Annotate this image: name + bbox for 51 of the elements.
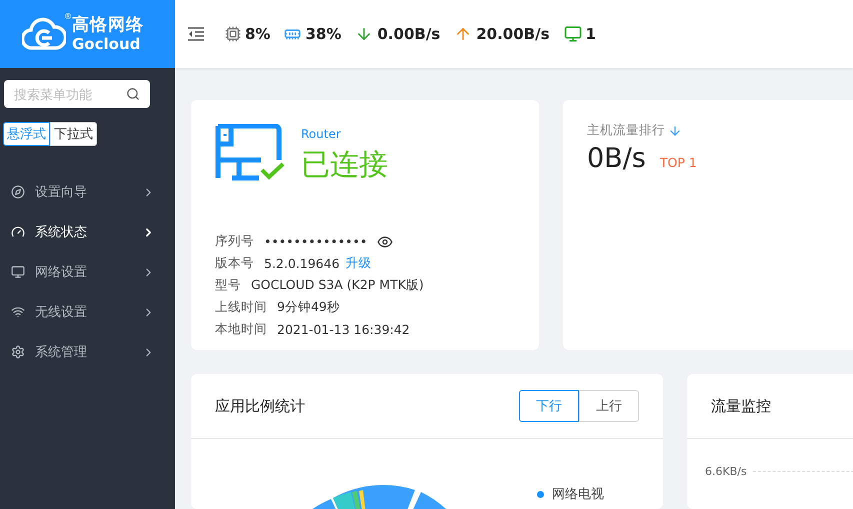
sidebar-item-label: 网络设置 <box>35 264 88 281</box>
sidebar-item-label: 系统管理 <box>35 344 88 361</box>
ranking-title: 主机流量排行 <box>587 122 665 139</box>
sidebar-item-label: 无线设置 <box>35 304 88 321</box>
status-value: 20.00B/s <box>476 25 550 43</box>
device-type: Router <box>301 127 342 141</box>
info-label: 上线时间 <box>215 299 267 316</box>
status-value: 8% <box>245 25 270 43</box>
status-value: 1 <box>586 25 596 43</box>
wifi-icon <box>11 305 25 319</box>
info-label: 版本号 <box>215 255 254 272</box>
registered-mark: ® <box>64 12 72 20</box>
sidebar-item[interactable]: 无线设置 <box>3 292 175 332</box>
info-value: •••••••••••••• <box>264 234 368 249</box>
legend-label: 网络电视 <box>552 486 604 503</box>
sidebar-item[interactable]: 系统状态 <box>3 212 175 252</box>
info-label: 序列号 <box>215 233 254 250</box>
sidebar-item-label: 设置向导 <box>35 184 88 201</box>
sidebar-item[interactable]: 网络设置 <box>3 252 175 292</box>
compass-icon <box>11 185 25 199</box>
search-icon[interactable] <box>126 87 140 101</box>
sidebar-item[interactable]: 设置向导 <box>3 172 175 212</box>
info-label: 本地时间 <box>215 321 267 338</box>
info-value: 5.2.0.19646 <box>264 256 340 271</box>
card-title: 流量监控 <box>711 396 771 416</box>
brand-name: 高恪网络 <box>72 16 144 34</box>
cpu-icon <box>225 26 241 42</box>
sidebar-item-label: 系统状态 <box>35 224 88 241</box>
status-value: 38% <box>305 25 342 43</box>
info-value: 9分钟49秒 <box>277 299 340 316</box>
info-value: 2021-01-13 16:39:42 <box>277 322 410 337</box>
cloud-logo-icon <box>22 17 66 51</box>
rank-label: TOP 1 <box>660 155 697 170</box>
traffic-rate: 0B/s <box>587 143 646 174</box>
sidebar-item[interactable]: 系统管理 <box>3 332 175 372</box>
card-title: 应用比例统计 <box>215 396 305 416</box>
status-value: 0.00B/s <box>377 25 440 43</box>
info-label: 型号 <box>215 277 241 294</box>
info-value: GOCLOUD S3A (K2P MTK版) <box>251 277 424 294</box>
gauge-icon <box>11 225 25 239</box>
eye-icon[interactable] <box>377 234 394 250</box>
settings-icon <box>11 345 25 359</box>
search-field[interactable]: 搜索菜单功能 <box>4 80 150 108</box>
menu-collapse-icon[interactable] <box>187 26 205 42</box>
brand-subtitle: Gocloud <box>72 36 142 52</box>
menu-mode-toggle[interactable]: 下拉式 <box>50 122 97 146</box>
monitor-icon <box>11 265 25 279</box>
monitor-icon <box>564 25 582 43</box>
axis-label: 6.6KB/s <box>705 465 747 478</box>
connection-status: 已连接 <box>301 146 388 183</box>
direction-tab[interactable]: 上行 <box>579 390 639 422</box>
